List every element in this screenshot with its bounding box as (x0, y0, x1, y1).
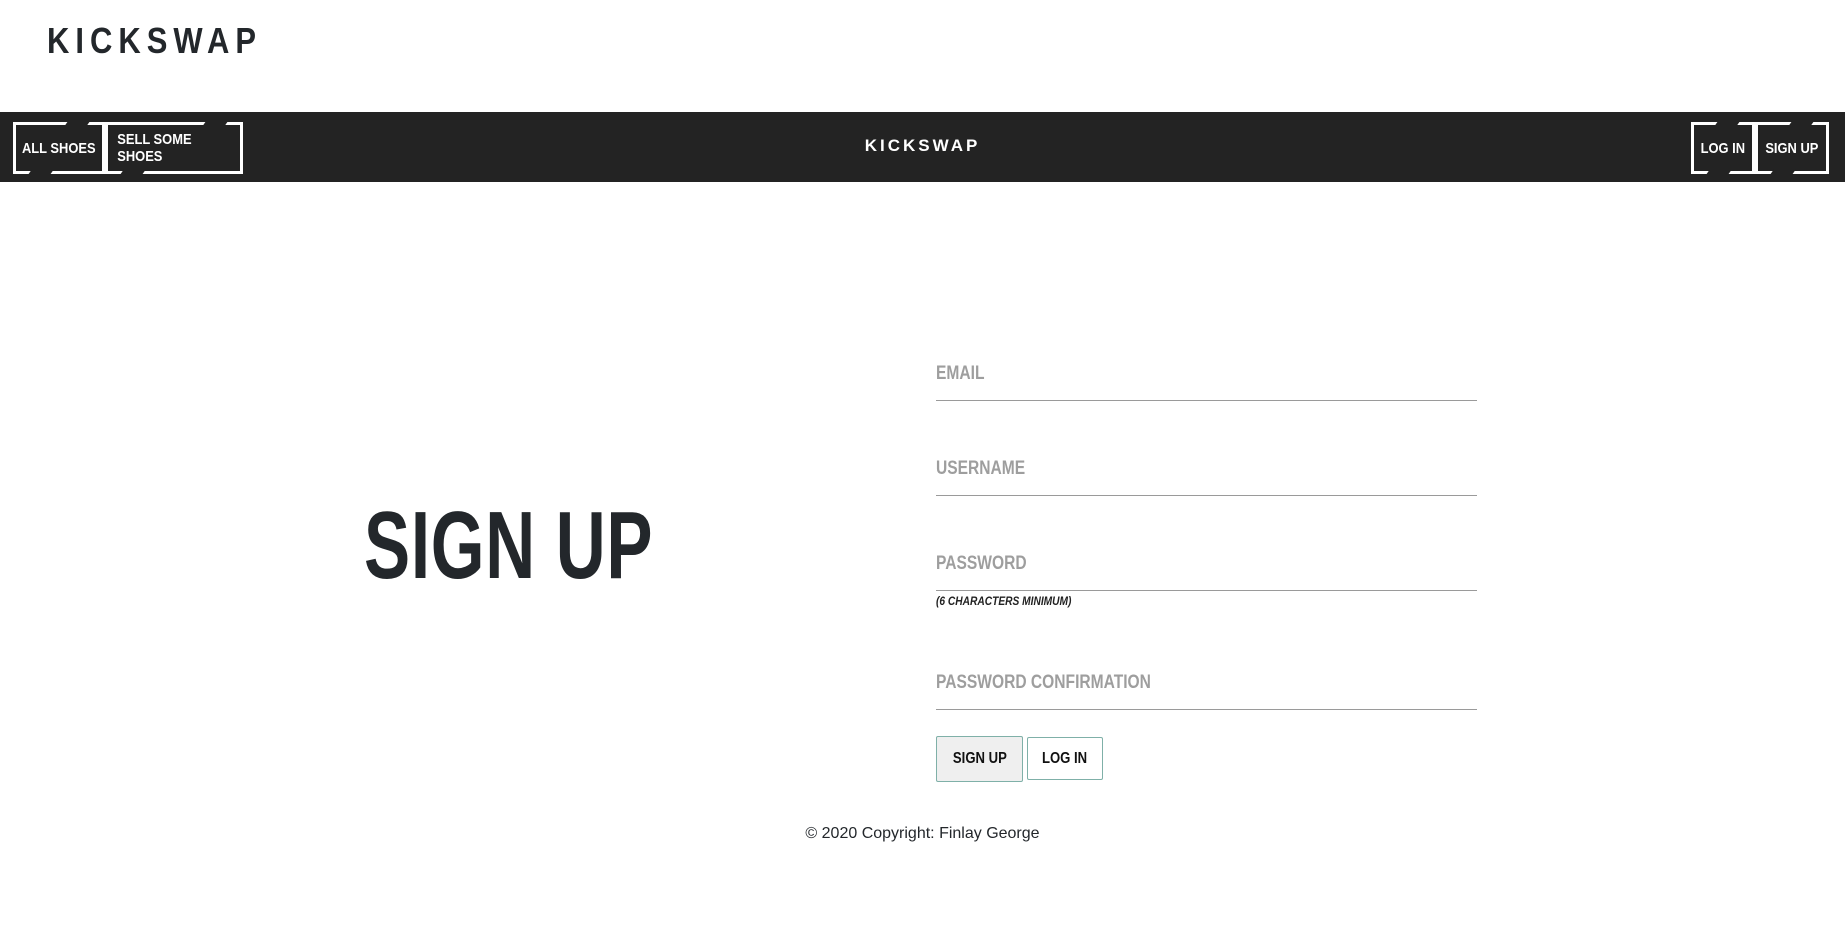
sign-up-submit-button[interactable]: SIGN UP (936, 736, 1023, 782)
navbar: ALL SHOES SELL SOME SHOES KICKSWAP LOG I… (0, 112, 1845, 182)
log-in-link-button[interactable]: LOG IN (1027, 737, 1103, 780)
nav-brand-title[interactable]: KICKSWAP (0, 136, 1845, 156)
brand-logo-top[interactable]: KICKSWAP (47, 20, 262, 62)
email-field[interactable] (936, 361, 1477, 401)
password-hint: (6 CHARACTERS MINIMUM) (936, 594, 1072, 608)
username-field[interactable] (936, 456, 1477, 496)
nav-log-in-label: LOG IN (1700, 139, 1746, 157)
nav-sign-up-label: SIGN UP (1765, 139, 1819, 157)
nav-sign-up-button[interactable]: SIGN UP (1755, 122, 1829, 174)
password-confirmation-field[interactable] (936, 670, 1477, 710)
log-in-link-label: LOG IN (1042, 749, 1088, 767)
sign-up-submit-label: SIGN UP (952, 750, 1007, 767)
page-title: SIGN UP (364, 492, 654, 599)
footer-copyright: © 2020 Copyright: Finlay George (805, 825, 1040, 842)
password-field[interactable] (936, 551, 1477, 591)
nav-log-in-button[interactable]: LOG IN (1691, 122, 1755, 174)
